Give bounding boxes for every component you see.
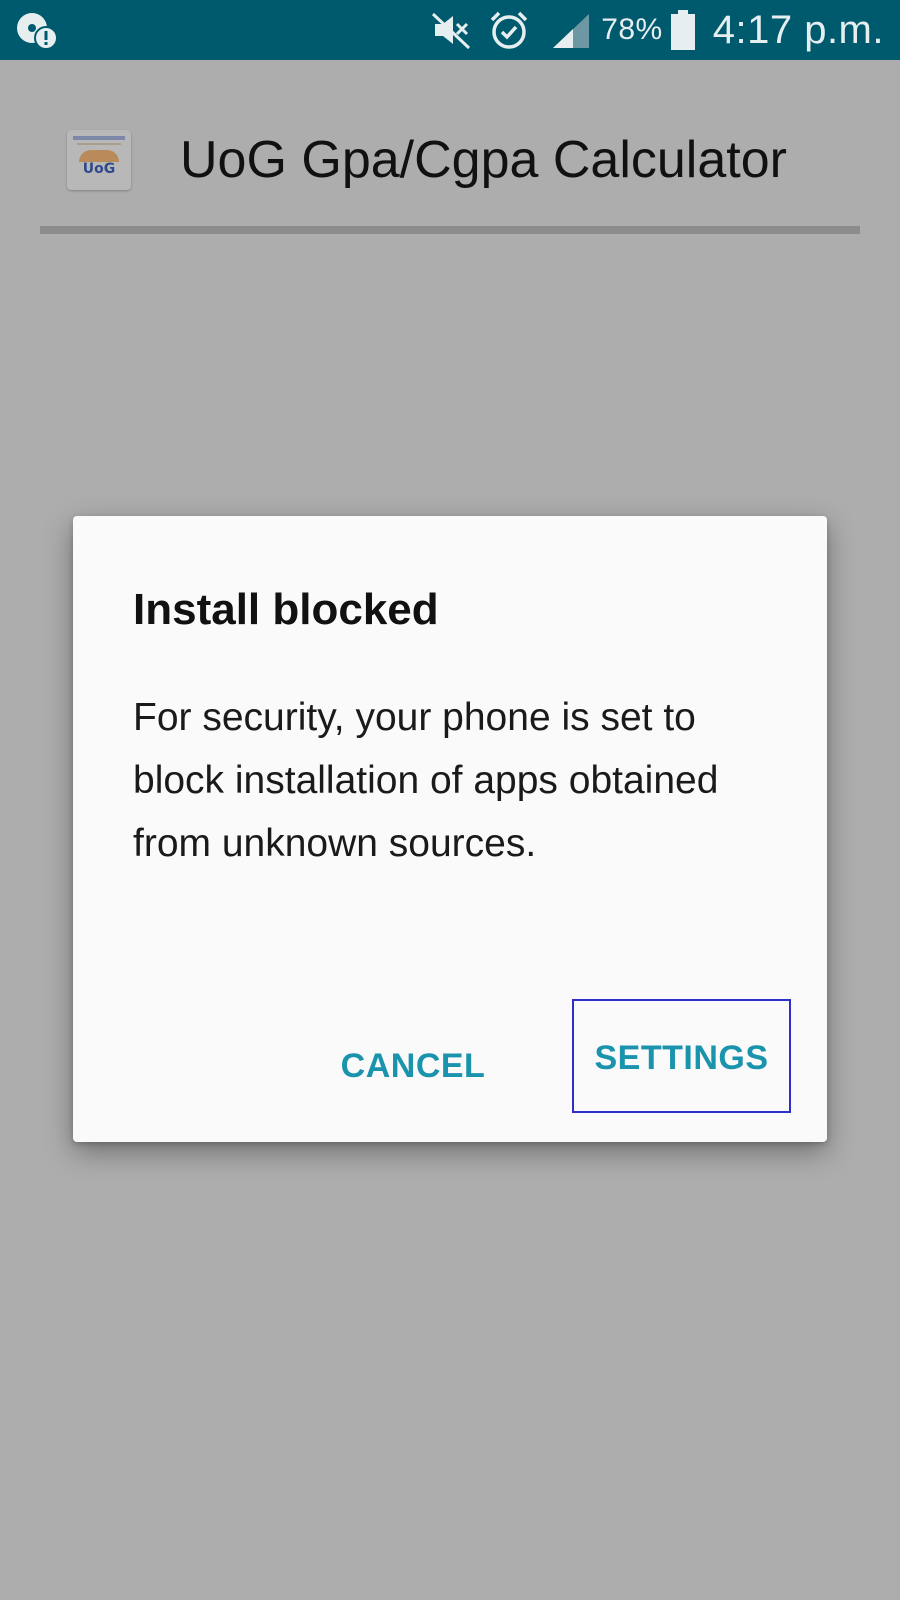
battery-icon: [669, 8, 697, 52]
mute-icon: [429, 8, 473, 52]
signal-icon: [549, 10, 593, 50]
clock: 4:17 p.m.: [712, 7, 884, 52]
dialog-message: For security, your phone is set to block…: [133, 696, 719, 865]
cancel-button[interactable]: CANCEL: [333, 1036, 493, 1096]
status-bar: 78% 4:17 p.m.: [0, 0, 900, 60]
app-header: UoG UoG Gpa/Cgpa Calculator: [40, 110, 860, 220]
app-logo-text: UoG: [82, 161, 116, 177]
alarm-icon: [487, 8, 531, 52]
data-usage-warning-icon: [14, 10, 58, 50]
header-divider: [40, 226, 860, 234]
status-icons: 78% 4:17 p.m.: [429, 0, 900, 60]
settings-button[interactable]: SETTINGS: [572, 999, 791, 1113]
app-icon: UoG: [67, 130, 131, 190]
battery-percentage: 78%: [601, 13, 663, 46]
dialog-title: Install blocked: [133, 585, 439, 634]
install-blocked-dialog: Install blocked For security, your phone…: [73, 516, 827, 1142]
app-title: UoG Gpa/Cgpa Calculator: [180, 131, 787, 189]
